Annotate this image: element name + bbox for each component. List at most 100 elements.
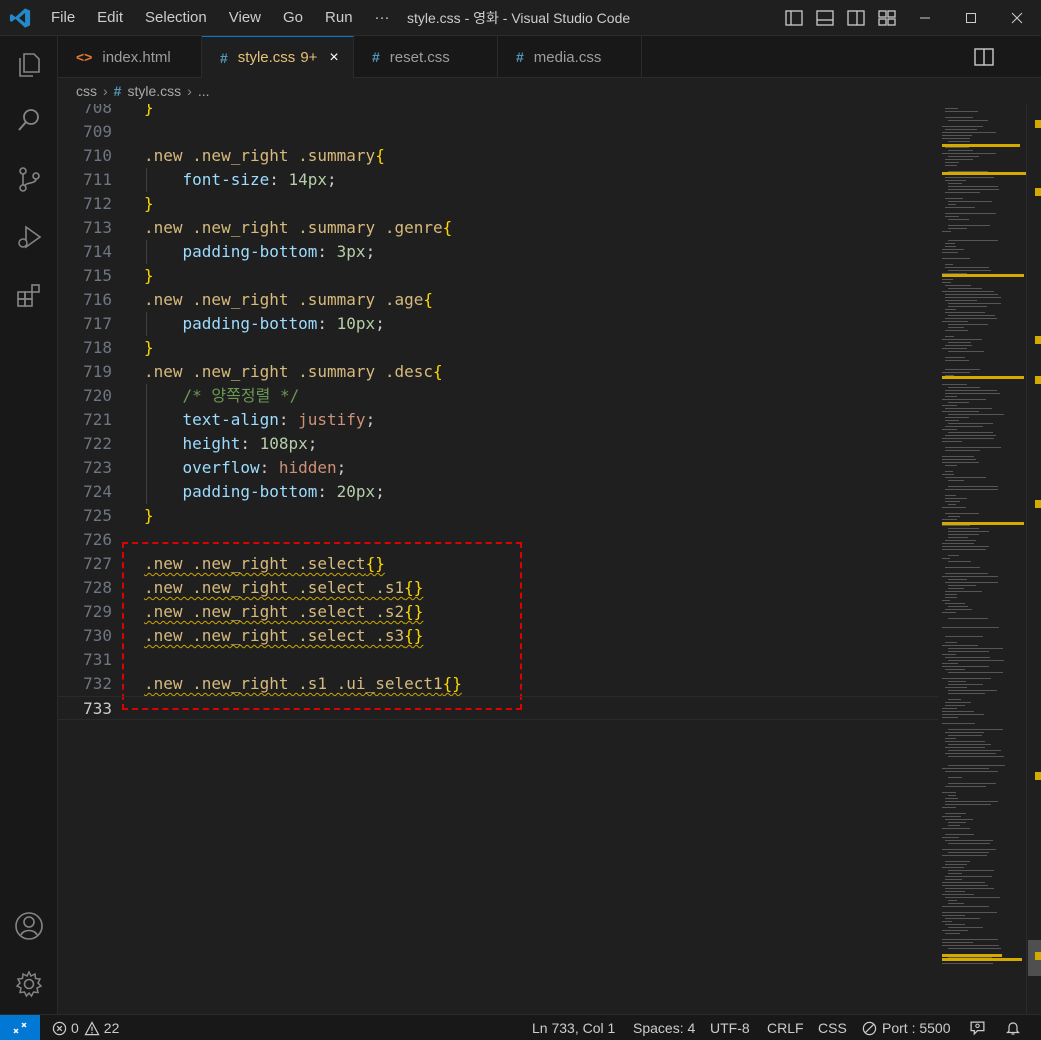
minimap-line bbox=[945, 312, 985, 313]
minimap-line bbox=[945, 876, 992, 877]
minimap-line bbox=[945, 891, 965, 892]
close-window-button[interactable] bbox=[994, 0, 1040, 36]
minimap-line bbox=[945, 336, 954, 337]
source-control-button[interactable] bbox=[13, 163, 45, 195]
encoding[interactable]: UTF-8 bbox=[710, 1015, 750, 1040]
code-line[interactable]: 710 .new .new_right .summary{ bbox=[58, 144, 938, 168]
code-line[interactable]: 713 .new .new_right .summary .genre{ bbox=[58, 216, 938, 240]
tab-close-icon[interactable]: × bbox=[329, 49, 338, 67]
code-line[interactable]: 729 .new .new_right .select .s2{} bbox=[58, 600, 938, 624]
code-line[interactable]: 714 padding-bottom: 3px; bbox=[58, 240, 938, 264]
code-line[interactable]: 719 .new .new_right .summary .desc{ bbox=[58, 360, 938, 384]
breadcrumb-folder[interactable]: css bbox=[76, 83, 97, 99]
code-line[interactable]: 724 padding-bottom: 20px; bbox=[58, 480, 938, 504]
code-line[interactable]: 720 /* 양쪽정렬 */ bbox=[58, 384, 938, 408]
minimap-line bbox=[945, 393, 1000, 394]
current-code-line[interactable]: 733 bbox=[58, 696, 938, 720]
vertical-scrollbar[interactable] bbox=[1026, 104, 1041, 1014]
toggle-panel-icon[interactable] bbox=[815, 8, 835, 28]
code-line[interactable]: 711 font-size: 14px; bbox=[58, 168, 938, 192]
language-mode[interactable]: CSS bbox=[818, 1015, 847, 1040]
code-line[interactable]: 712} bbox=[58, 192, 938, 216]
extensions-button[interactable] bbox=[13, 279, 45, 311]
code-text: height: 108px; bbox=[182, 434, 318, 453]
minimap-line bbox=[945, 159, 973, 160]
minimap-line bbox=[948, 288, 982, 289]
minimize-button[interactable] bbox=[902, 0, 948, 36]
tab-index-html[interactable]: <> index.html bbox=[58, 36, 202, 78]
menu-selection[interactable]: Selection bbox=[134, 0, 218, 36]
search-button[interactable] bbox=[13, 104, 45, 136]
notifications-button[interactable] bbox=[1005, 1020, 1021, 1036]
minimap-line bbox=[945, 309, 956, 310]
code-line[interactable]: 708} bbox=[58, 104, 938, 120]
split-editor-icon[interactable] bbox=[972, 45, 996, 69]
minimap-highlight bbox=[942, 522, 1024, 525]
minimap-line bbox=[942, 429, 957, 430]
code-line[interactable]: 723 overflow: hidden; bbox=[58, 456, 938, 480]
minimap-line bbox=[945, 213, 996, 214]
line-number: 708 bbox=[83, 104, 112, 117]
code-editor[interactable]: 708} 709 710 .new .new_right .summary{711 f… bbox=[58, 104, 938, 1014]
minimap-line bbox=[948, 648, 1003, 649]
menu-run[interactable]: Run bbox=[314, 0, 364, 36]
line-endings[interactable]: CRLF bbox=[767, 1015, 804, 1040]
minimap-line bbox=[945, 864, 967, 865]
tab-bar: <> index.html # style.css 9+ × # reset.c… bbox=[58, 36, 1041, 78]
feedback-button[interactable] bbox=[969, 1020, 986, 1037]
accounts-button[interactable] bbox=[13, 910, 45, 942]
minimap-line bbox=[942, 405, 957, 406]
code-text: .new .new_right .select .s2{} bbox=[144, 602, 424, 621]
maximize-button[interactable] bbox=[948, 0, 994, 36]
code-line[interactable]: 728 .new .new_right .select .s1{} bbox=[58, 576, 938, 600]
menu-file[interactable]: File bbox=[40, 0, 86, 36]
run-debug-button[interactable] bbox=[13, 221, 45, 253]
code-line[interactable]: 726 bbox=[58, 528, 938, 552]
indentation[interactable]: Spaces: 4 bbox=[633, 1015, 695, 1040]
code-line[interactable]: 731 bbox=[58, 648, 938, 672]
minimap-line bbox=[942, 828, 970, 829]
extensions-icon bbox=[17, 284, 40, 307]
code-line[interactable]: 709 bbox=[58, 120, 938, 144]
code-line[interactable]: 722 height: 108px; bbox=[58, 432, 938, 456]
warning-marker bbox=[1035, 120, 1041, 128]
minimap-line bbox=[942, 921, 952, 922]
manage-button[interactable] bbox=[13, 968, 45, 1000]
cursor-position[interactable]: Ln 733, Col 1 bbox=[532, 1015, 615, 1040]
tab-style-css[interactable]: # style.css 9+ × bbox=[202, 36, 354, 78]
code-line[interactable]: 725} bbox=[58, 504, 938, 528]
menu-view[interactable]: View bbox=[218, 0, 272, 36]
minimap-highlight bbox=[942, 172, 1028, 175]
explorer-button[interactable] bbox=[13, 48, 45, 80]
line-number: 716 bbox=[83, 290, 112, 309]
code-line[interactable]: 721 text-align: justify; bbox=[58, 408, 938, 432]
tab-reset-css[interactable]: # reset.css bbox=[354, 36, 498, 78]
toggle-secondary-sidebar-icon[interactable] bbox=[846, 8, 866, 28]
code-line[interactable]: 727 .new .new_right .select{} bbox=[58, 552, 938, 576]
code-line[interactable]: 715} bbox=[58, 264, 938, 288]
code-text: .new .new_right .summary .desc{ bbox=[144, 362, 443, 381]
problems-indicator[interactable]: 0 22 bbox=[52, 1015, 119, 1040]
code-line[interactable]: 717 padding-bottom: 10px; bbox=[58, 312, 938, 336]
tab-media-css[interactable]: # media.css bbox=[498, 36, 642, 78]
minimap-line bbox=[945, 129, 977, 130]
breadcrumb-file[interactable]: style.css bbox=[127, 83, 181, 99]
remote-indicator[interactable] bbox=[0, 1015, 40, 1040]
toggle-primary-sidebar-icon[interactable] bbox=[784, 8, 804, 28]
menu-edit[interactable]: Edit bbox=[86, 0, 134, 36]
code-line[interactable]: 732 .new .new_right .s1 .ui_select1{} bbox=[58, 672, 938, 696]
minimap-line bbox=[948, 537, 968, 538]
code-line[interactable]: 730 .new .new_right .select .s3{} bbox=[58, 624, 938, 648]
code-text: padding-bottom: 20px; bbox=[182, 482, 385, 501]
live-server-port[interactable]: Port : 5500 bbox=[862, 1015, 951, 1040]
code-line[interactable]: 716 .new .new_right .summary .age{ bbox=[58, 288, 938, 312]
minimap-line bbox=[948, 201, 992, 202]
menu-more[interactable]: ··· bbox=[364, 0, 401, 36]
minimap-line bbox=[942, 549, 986, 550]
code-line[interactable]: 718} bbox=[58, 336, 938, 360]
customize-layout-icon[interactable] bbox=[877, 8, 897, 28]
menu-go[interactable]: Go bbox=[272, 0, 314, 36]
minimap-line bbox=[948, 183, 962, 184]
minimap[interactable] bbox=[938, 104, 1028, 1014]
breadcrumb-symbols[interactable]: ... bbox=[198, 83, 210, 99]
